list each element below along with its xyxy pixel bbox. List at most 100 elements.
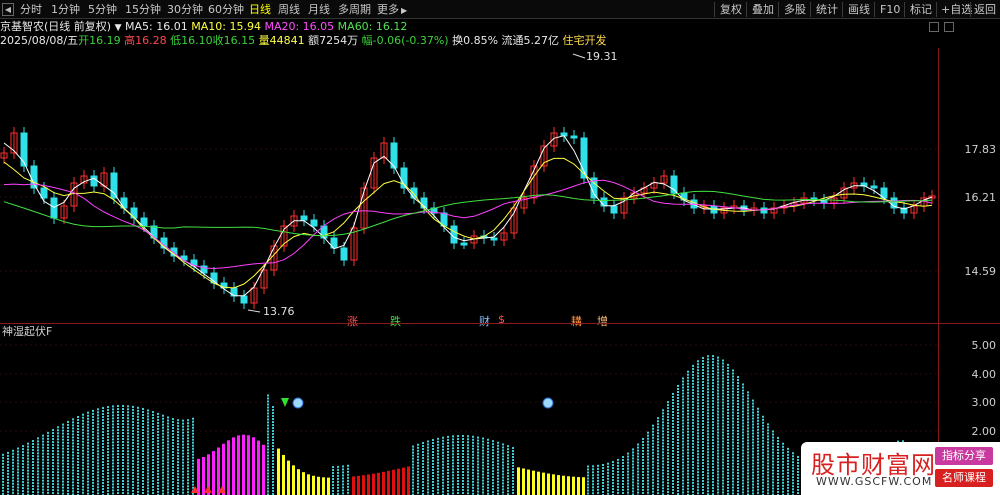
candlestick-chart[interactable] <box>0 48 938 323</box>
indicator-bar-dot <box>762 475 764 478</box>
indicator-bar-dot <box>647 491 649 494</box>
indicator-bar-dot <box>672 473 674 476</box>
indicator-bar <box>537 471 540 495</box>
period-tab-15min[interactable]: 15分钟 <box>125 2 161 17</box>
indicator-bar-dot <box>777 460 779 463</box>
indicator-bar-dot <box>712 433 714 436</box>
indicator-bar-dot <box>267 418 269 421</box>
indicator-bar-dot <box>162 450 164 453</box>
indicator-bar-dot <box>107 469 109 472</box>
indicator-bar-dot <box>182 473 184 476</box>
indicator-bar-dot <box>157 427 159 430</box>
restore-rights-button[interactable]: 复权 <box>720 2 742 17</box>
indicator-bar-dot <box>622 456 624 459</box>
indicator-bar-dot <box>732 447 734 450</box>
indicator-bar-dot <box>182 422 184 425</box>
mark-button[interactable]: 标记 <box>910 2 932 17</box>
indicator-bar-dot <box>157 424 159 427</box>
period-tab-timeshare[interactable]: 分时 <box>20 2 42 17</box>
indicator-bar-dot <box>747 454 749 457</box>
indicator-histogram[interactable] <box>0 323 938 495</box>
indicator-bar-dot <box>62 444 64 447</box>
indicator-bar-dot <box>132 468 134 471</box>
indicator-bar-dot <box>437 485 439 488</box>
indicator-bar-dot <box>767 426 769 429</box>
indicator-bar-dot <box>707 469 709 472</box>
indicator-bar-dot <box>87 450 89 453</box>
indicator-bar-dot <box>682 461 684 464</box>
more-arrow-icon[interactable]: ▶ <box>401 3 407 18</box>
indicator-bar-dot <box>52 432 54 435</box>
multi-stock-button[interactable]: 多股 <box>784 2 806 17</box>
statistics-button[interactable]: 统计 <box>816 2 838 17</box>
indicator-bar-dot <box>67 420 69 423</box>
period-tab-5min[interactable]: 5分钟 <box>88 2 117 17</box>
indicator-bar-dot <box>492 446 494 449</box>
indicator-bar-dot <box>177 476 179 479</box>
indicator-bar-dot <box>742 473 744 476</box>
indicator-bar-dot <box>777 469 779 472</box>
indicator-bar-dot <box>447 450 449 453</box>
indicator-bar-dot <box>642 488 644 491</box>
indicator-bar-dot <box>117 471 119 474</box>
indicator-bar-dot <box>687 451 689 454</box>
indicator-bar-dot <box>147 484 149 487</box>
indicator-bar-dot <box>157 487 159 490</box>
toolbar-left-arrow-icon[interactable]: ◀ <box>2 3 14 16</box>
period-tab-more[interactable]: 更多 <box>377 2 399 17</box>
indicator-bar-dot <box>332 469 334 472</box>
indicator-bar-dot <box>647 461 649 464</box>
period-tab-30min[interactable]: 30分钟 <box>167 2 203 17</box>
expand-grid-icon[interactable] <box>944 22 954 32</box>
indicator-bar-dot <box>622 462 624 465</box>
indicator-bar-dot <box>747 415 749 418</box>
indicator-bar-dot <box>167 470 169 473</box>
indicator-bar-dot <box>787 483 789 486</box>
draw-line-button[interactable]: 画线 <box>848 2 870 17</box>
period-tab-daily[interactable]: 日线 <box>249 2 271 17</box>
indicator-bar-dot <box>497 447 499 450</box>
indicator-bar-dot <box>737 469 739 472</box>
indicator-bar-dot <box>442 445 444 448</box>
indicator-bar-dot <box>92 460 94 463</box>
indicator-bar-dot <box>707 370 709 373</box>
indicator-bar-dot <box>652 463 654 466</box>
indicator-bar-dot <box>117 489 119 492</box>
indicator-bar-dot <box>172 433 174 436</box>
indicator-bar-dot <box>637 443 639 446</box>
indicator-bar-dot <box>697 402 699 405</box>
period-tab-multi[interactable]: 多周期 <box>338 2 371 17</box>
indicator-bar-dot <box>342 468 344 471</box>
indicator-bar-dot <box>722 389 724 392</box>
indicator-bar-dot <box>797 479 799 482</box>
indicator-bar-dot <box>192 426 194 429</box>
indicator-bar-dot <box>732 450 734 453</box>
period-tab-monthly[interactable]: 月线 <box>308 2 330 17</box>
indicator-bar-dot <box>102 479 104 482</box>
indicator-bar-dot <box>157 415 159 418</box>
overlay-button[interactable]: 叠加 <box>752 2 774 17</box>
sector-label[interactable]: 住宅开发 <box>563 34 607 47</box>
period-tab-60min[interactable]: 60分钟 <box>208 2 244 17</box>
indicator-bar-dot <box>677 417 679 420</box>
indicator-bar-dot <box>142 459 144 462</box>
indicator-bar-dot <box>662 412 664 415</box>
indicator-bar-dot <box>477 436 479 439</box>
indicator-bar-dot <box>502 476 504 479</box>
settings-diamond-icon[interactable] <box>929 22 939 32</box>
indicator-bar-dot <box>627 467 629 470</box>
back-button[interactable]: 返回 <box>974 2 996 17</box>
ma-toggle-icon[interactable]: ▼ <box>115 23 122 33</box>
indicator-bar-dot <box>172 451 174 454</box>
indicator-bar-dot <box>27 448 29 451</box>
period-tab-weekly[interactable]: 周线 <box>278 2 300 17</box>
indicator-bar-dot <box>772 487 774 490</box>
indicator-bar-dot <box>52 453 54 456</box>
indicator-bar-dot <box>112 447 114 450</box>
period-tab-1min[interactable]: 1分钟 <box>51 2 80 17</box>
indicator-bar-dot <box>192 456 194 459</box>
stock-title[interactable]: 京基智农(日线 前复权) <box>0 20 111 33</box>
indicator-bar-dot <box>192 492 194 495</box>
f10-button[interactable]: F10 <box>880 2 900 17</box>
add-watchlist-button[interactable]: +自选 <box>941 2 972 17</box>
